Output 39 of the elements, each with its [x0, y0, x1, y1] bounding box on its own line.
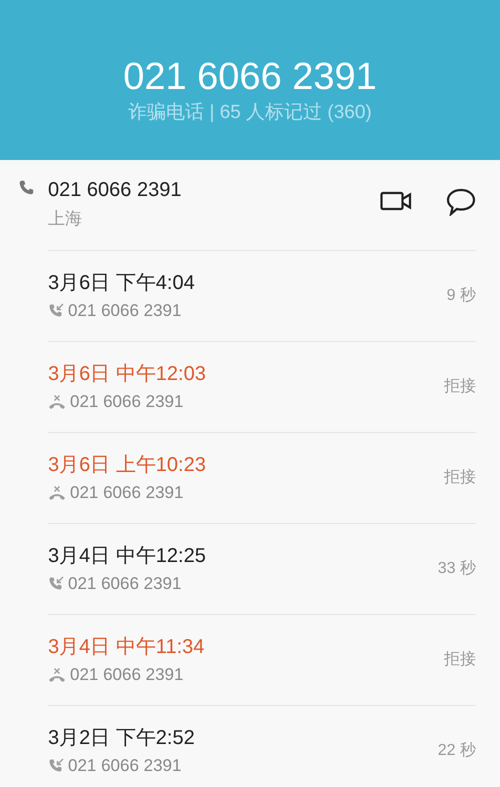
header-subtitle: 诈骗电话 | 65 人标记过 (360) — [128, 101, 372, 125]
call-status: 拒接 — [444, 468, 476, 488]
call-log-row[interactable]: 3月6日 上午10:23 021 6066 2391 拒接 — [48, 432, 476, 523]
contact-number: 021 6066 2391 — [48, 178, 182, 203]
call-time: 3月2日 下午2:52 — [48, 726, 196, 751]
message-button[interactable] — [446, 188, 476, 216]
call-number: 021 6066 2391 — [70, 482, 184, 504]
incoming-call-icon — [48, 303, 64, 319]
chat-bubble-icon — [446, 188, 476, 216]
call-status: 拒接 — [444, 650, 476, 670]
video-camera-icon — [380, 190, 412, 212]
call-log-row[interactable]: 3月2日 下午2:52 021 6066 2391 22 秒 — [48, 705, 476, 787]
call-number: 021 6066 2391 — [68, 573, 182, 595]
call-time: 3月6日 中午12:03 — [48, 362, 207, 387]
header-number: 021 6066 2391 — [123, 55, 377, 100]
video-call-button[interactable] — [380, 190, 412, 212]
incoming-call-icon — [48, 758, 64, 774]
call-log-row[interactable]: 3月6日 中午12:03 021 6066 2391 拒接 — [48, 341, 476, 432]
call-number: 021 6066 2391 — [70, 391, 184, 413]
call-time: 3月6日 上午10:23 — [48, 453, 207, 478]
call-number: 021 6066 2391 — [68, 755, 182, 777]
incoming-call-icon — [48, 576, 64, 592]
call-status: 22 秒 — [438, 741, 476, 761]
call-status: 33 秒 — [438, 559, 476, 579]
rejected-call-icon — [48, 667, 66, 683]
call-log-row[interactable]: 3月4日 中午11:34 021 6066 2391 拒接 — [48, 614, 476, 705]
call-time: 3月4日 中午11:34 — [48, 635, 206, 660]
call-time: 3月4日 中午12:25 — [48, 544, 207, 569]
contact-location: 上海 — [48, 208, 83, 230]
call-number: 021 6066 2391 — [70, 664, 184, 686]
call-status: 拒接 — [444, 376, 476, 397]
call-log-row[interactable]: 3月6日 下午4:04 021 6066 2391 9 秒 — [48, 250, 476, 341]
call-time: 3月6日 下午4:04 — [48, 271, 196, 296]
phone-icon — [18, 179, 36, 197]
call-number: 021 6066 2391 — [68, 300, 182, 322]
rejected-call-icon — [48, 485, 66, 501]
rejected-call-icon — [48, 394, 66, 410]
call-status: 9 秒 — [446, 286, 476, 306]
call-log-row[interactable]: 3月4日 中午12:25 021 6066 2391 33 秒 — [48, 523, 476, 614]
